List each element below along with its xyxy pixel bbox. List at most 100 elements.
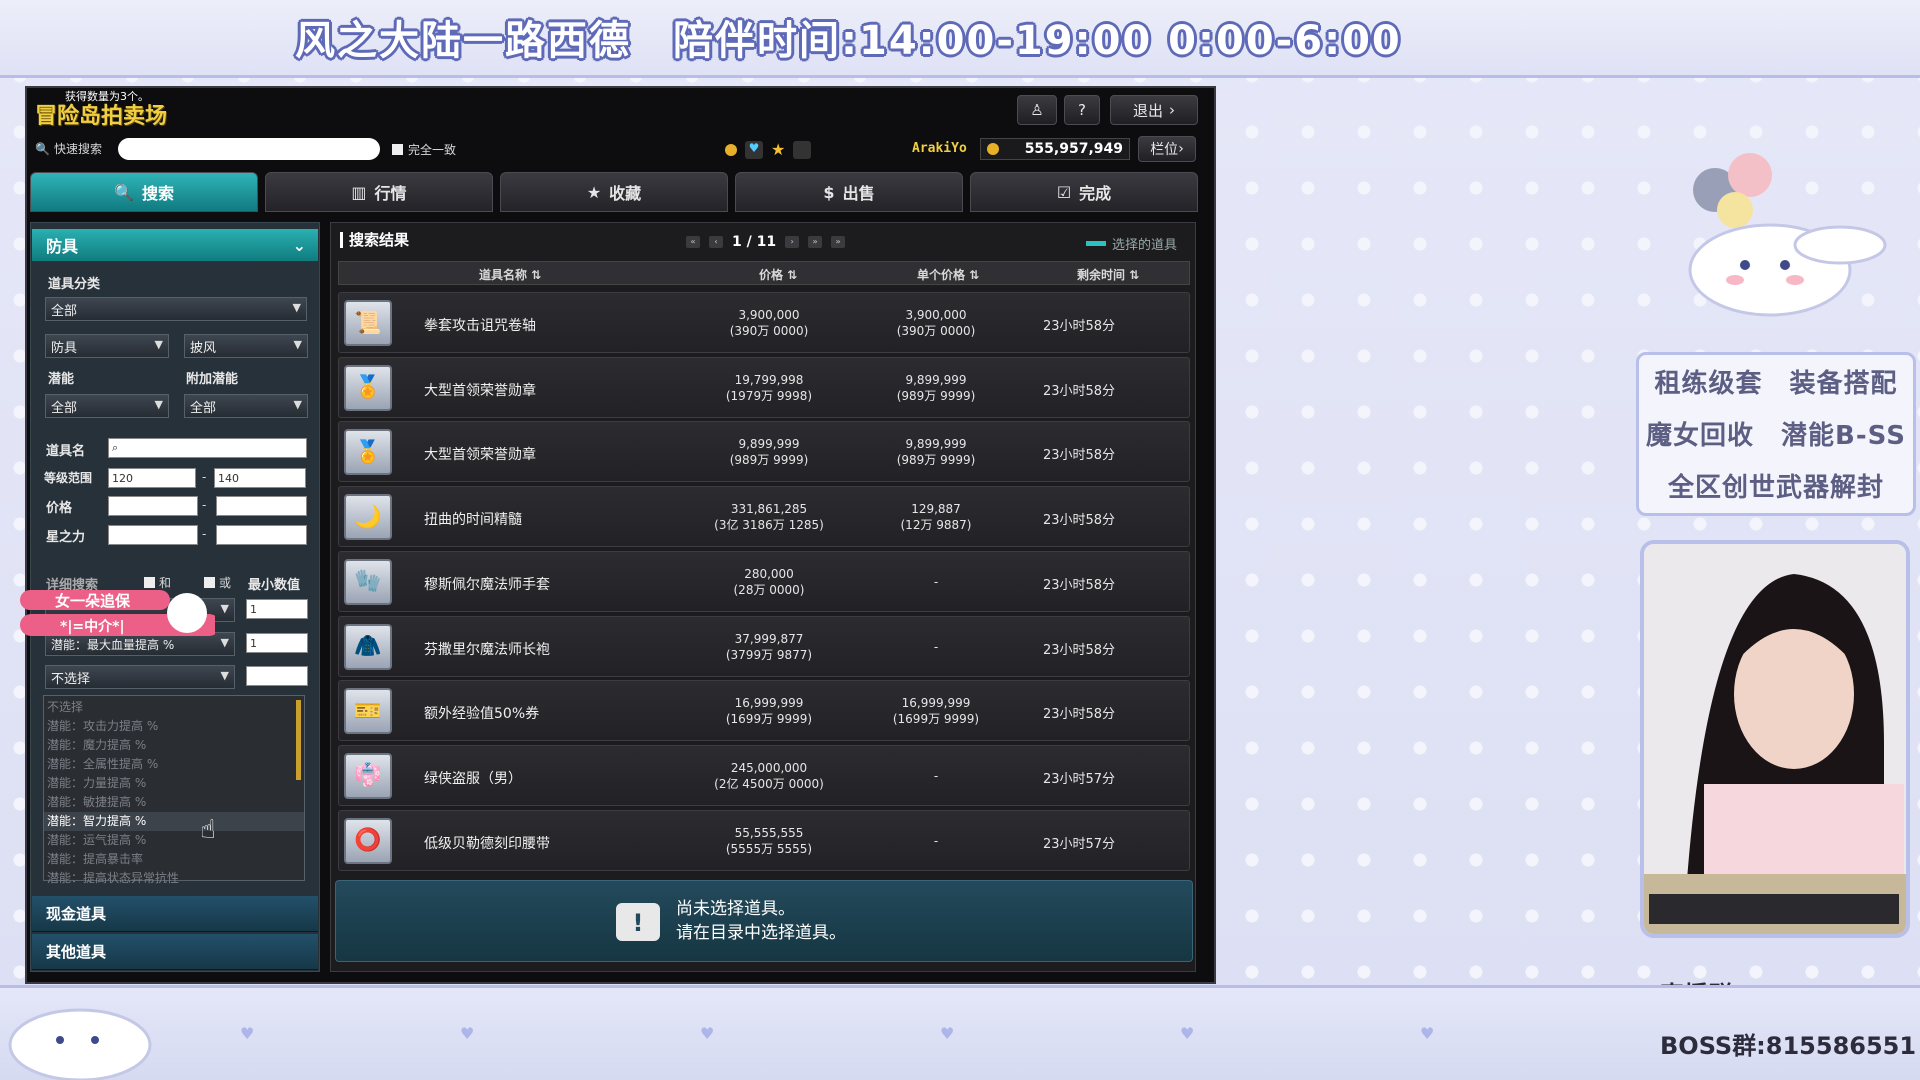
- sub-class-select-1[interactable]: 防具 ▼: [45, 334, 169, 358]
- category-label: 防具: [46, 237, 79, 256]
- mascot-bottom-icon: [8, 1008, 152, 1080]
- exit-button[interactable]: 退出 ›: [1110, 95, 1198, 125]
- star-force-label: 星之力: [46, 530, 86, 545]
- result-row[interactable]: ⭕ 低级贝勒德刻印腰带 55,555,555 (5555万 5555) - 23小时57分: [338, 809, 1190, 871]
- star-filter-box[interactable]: [793, 140, 812, 159]
- next-page-button[interactable]: ›: [785, 236, 800, 248]
- dropdown-option[interactable]: 潜能：提高暴击率: [44, 850, 304, 869]
- result-row[interactable]: 🌙 扭曲的时间精髓 331,861,285 (3亿 3186万 1285) 129,88…: [338, 486, 1190, 548]
- last-page-button[interactable]: »: [808, 236, 823, 248]
- item-unit-price: -: [866, 639, 1006, 655]
- price-breakdown: (28万 0000): [733, 582, 805, 597]
- item-name: 穆斯佩尔魔法师手套: [424, 576, 550, 593]
- col-unit-header[interactable]: 单个价格 ⇅: [917, 266, 979, 283]
- result-row[interactable]: 📜 拳套攻击诅咒卷轴 3,900,000 (390万 0000) 3,900,000 (3…: [338, 292, 1190, 353]
- option-value-2[interactable]: 1: [246, 633, 308, 653]
- prev-page-button[interactable]: ‹: [709, 236, 723, 248]
- result-row[interactable]: 👘 绿侠盗服（男） 245,000,000 (2亿 4500万 0000) - 23小时5…: [338, 744, 1190, 806]
- col-unit-label: 单个价格: [917, 268, 966, 282]
- potential-select[interactable]: 全部 ▼: [45, 394, 169, 418]
- category-other-items[interactable]: 其他道具: [32, 934, 318, 970]
- category-cash-items[interactable]: 现金道具: [32, 896, 318, 932]
- legend-label: 选择的道具: [1112, 238, 1178, 253]
- category-header[interactable]: 防具 ⌄: [32, 229, 318, 261]
- dropdown-option[interactable]: 潜能：攻击力提高 %: [44, 717, 304, 736]
- result-row[interactable]: 🧤 穆斯佩尔魔法师手套 280,000 (28万 0000) - 23小时58分: [338, 550, 1190, 612]
- level-min-input[interactable]: 120: [108, 468, 196, 488]
- dropdown-scrollbar[interactable]: [296, 700, 301, 780]
- help-button[interactable]: ?: [1064, 95, 1100, 125]
- dropdown-option[interactable]: 潜能：全属性提高 %: [44, 755, 304, 774]
- check-icon: ☑: [1056, 182, 1072, 202]
- scroll-icon: 📜: [344, 300, 392, 346]
- dropdown-option[interactable]: 不选择: [44, 698, 304, 717]
- class-select[interactable]: 全部 ▼: [45, 297, 307, 321]
- price-value: 55,555,555: [734, 825, 804, 840]
- price-max-input[interactable]: [216, 496, 307, 516]
- character-button[interactable]: ♙: [1017, 95, 1057, 125]
- filter-icons: ♥ ★: [725, 140, 812, 159]
- price-value: 245,000,000: [730, 760, 808, 775]
- col-price-header[interactable]: 价格 ⇅: [759, 266, 797, 283]
- unit-price-value: -: [933, 768, 939, 783]
- dropdown-option[interactable]: 潜能：提高状态异常抗性: [44, 869, 304, 888]
- potential-label: 潜能: [48, 372, 75, 387]
- remaining-time: 23小时58分: [1042, 513, 1116, 529]
- slot-button[interactable]: 栏位 ›: [1138, 136, 1196, 162]
- option-dropdown[interactable]: 不选择 潜能：攻击力提高 % 潜能：魔力提高 % 潜能：全属性提高 % 潜能：力…: [43, 695, 305, 885]
- quick-search-input[interactable]: [118, 138, 380, 160]
- option-value-3[interactable]: [246, 666, 308, 686]
- ad-line-3: 全区创世武器解封: [1667, 473, 1884, 503]
- star-min-input[interactable]: [108, 525, 198, 545]
- tab-market[interactable]: ▥ 行情: [265, 172, 493, 212]
- opt2-value: 潜能：最大血量提高 %: [51, 637, 175, 652]
- category-other-label: 其他道具: [46, 943, 107, 961]
- price-value: 19,799,998: [734, 372, 804, 387]
- jump-page-button[interactable]: »: [831, 236, 846, 248]
- remaining-time: 23小时57分: [1042, 836, 1116, 852]
- first-page-button[interactable]: «: [686, 236, 700, 248]
- selected-legend: 选择的道具: [1086, 234, 1177, 253]
- chevron-down-icon: ▼: [293, 398, 302, 411]
- sell-icon: $: [823, 182, 835, 202]
- result-row[interactable]: 🏅 大型首领荣誉勋章 19,799,998 (1979万 9998) 9,899,999…: [338, 356, 1190, 418]
- star-max-input[interactable]: [216, 525, 307, 545]
- tab-search[interactable]: 🔍 搜索: [30, 172, 258, 212]
- dropdown-option[interactable]: 潜能：魔力提高 %: [44, 736, 304, 755]
- option-select-3[interactable]: 不选择 ▼: [45, 665, 235, 689]
- chevron-down-icon: ▼: [292, 301, 301, 314]
- col-time-header[interactable]: 剩余时间 ⇅: [1077, 266, 1139, 283]
- item-name: 扭曲的时间精髓: [424, 512, 522, 529]
- sub-class-select-2[interactable]: 披风 ▼: [184, 334, 308, 358]
- medal-icon: 🏅: [344, 429, 392, 476]
- option-value-1[interactable]: 1: [246, 599, 308, 619]
- star-filter-icon[interactable]: ★: [771, 140, 785, 159]
- item-name-input[interactable]: ⌕: [108, 438, 307, 458]
- mascot-bunny-icon: [1688, 153, 1887, 317]
- level-max-input[interactable]: 140: [214, 468, 306, 488]
- legend-swatch: [1086, 241, 1106, 246]
- dropdown-option[interactable]: 潜能：力量提高 %: [44, 774, 304, 793]
- heart-filter-icon[interactable]: ♥: [745, 140, 763, 159]
- item-price: 19,799,998 (1979万 9998): [699, 372, 839, 404]
- dropdown-option[interactable]: 潜能：敏捷提高 %: [44, 793, 304, 812]
- webcam-view: [1640, 540, 1910, 938]
- exact-match-checkbox[interactable]: 完全一致: [392, 141, 456, 158]
- tab-complete[interactable]: ☑ 完成: [970, 172, 1198, 212]
- tab-favorites[interactable]: ★ 收藏: [500, 172, 728, 212]
- dropdown-option[interactable]: 潜能：运气提高 %: [44, 831, 304, 850]
- col-name-header[interactable]: 道具名称 ⇅: [479, 266, 541, 283]
- sub1-value: 防具: [51, 340, 78, 356]
- checkbox-box[interactable]: [392, 144, 403, 155]
- result-row[interactable]: 🏅 大型首领荣誉勋章 9,899,999 (989万 9999) 9,899,999 (9…: [338, 421, 1190, 483]
- price-min-input[interactable]: [108, 496, 198, 516]
- outfit-icon: 👘: [344, 752, 392, 799]
- result-row[interactable]: 🎫 额外经验值50%券 16,999,999 (1699万 9999) 16,999,9…: [338, 680, 1190, 742]
- item-unit-price: 129,887 (12万 9887): [866, 501, 1006, 533]
- bonus-potential-select[interactable]: 全部 ▼: [184, 394, 308, 418]
- result-row[interactable]: 🧥 芬撒里尔魔法师长袍 37,999,877 (3799万 9877) - 23小时58分: [338, 615, 1190, 677]
- tab-sell[interactable]: $ 出售: [735, 172, 963, 212]
- dropdown-option-selected[interactable]: 潜能：智力提高 %: [44, 812, 304, 831]
- price-breakdown: (989万 9999): [729, 453, 809, 468]
- class-value: 全部: [51, 303, 78, 319]
